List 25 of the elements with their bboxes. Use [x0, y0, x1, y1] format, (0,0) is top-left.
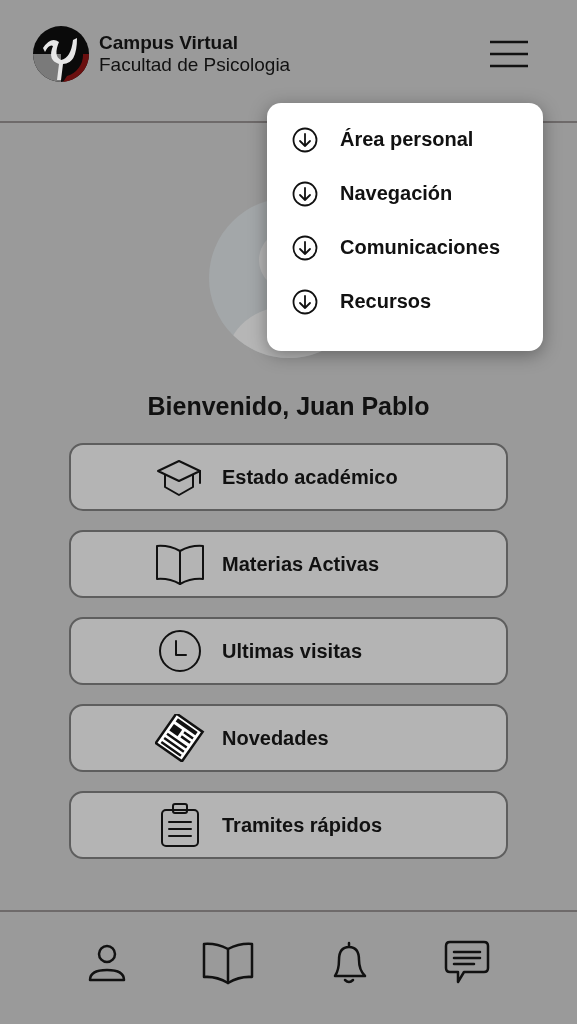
dropdown-item[interactable]: Recursos	[292, 283, 543, 320]
dropdown-item[interactable]: Navegación	[292, 175, 543, 212]
graduation-cap-icon	[156, 457, 204, 497]
dropdown-item[interactable]: Comunicaciones	[292, 229, 543, 266]
arrow-down-circle-icon	[292, 180, 318, 207]
arrow-down-circle-icon	[292, 234, 318, 261]
chat-message-icon[interactable]	[443, 940, 490, 986]
clipboard-icon	[160, 802, 200, 848]
open-book-icon	[155, 543, 205, 585]
welcome-heading: Bienvenido, Juan Pablo	[147, 392, 430, 421]
app-subtitle: Facultad de Psicologia	[99, 53, 292, 76]
menu-tile[interactable]: Tramites rápidos	[69, 791, 508, 859]
menu-tile[interactable]: Estado académico	[69, 443, 508, 511]
menu-tile[interactable]: Materias Activas	[69, 530, 508, 598]
menu-tile[interactable]: Ultimas visitas	[69, 617, 508, 685]
dropdown-item[interactable]: Área personal	[292, 121, 543, 158]
menu-icon[interactable]	[489, 38, 529, 69]
clock-icon	[158, 629, 202, 673]
logo-icon	[33, 25, 89, 82]
open-book-icon[interactable]	[202, 941, 255, 985]
arrow-down-circle-icon	[292, 288, 318, 315]
arrow-down-circle-icon	[292, 126, 318, 153]
app-title: Campus Virtual	[99, 31, 240, 54]
menu-tile[interactable]: Novedades	[69, 704, 508, 772]
person-icon[interactable]	[87, 942, 128, 984]
